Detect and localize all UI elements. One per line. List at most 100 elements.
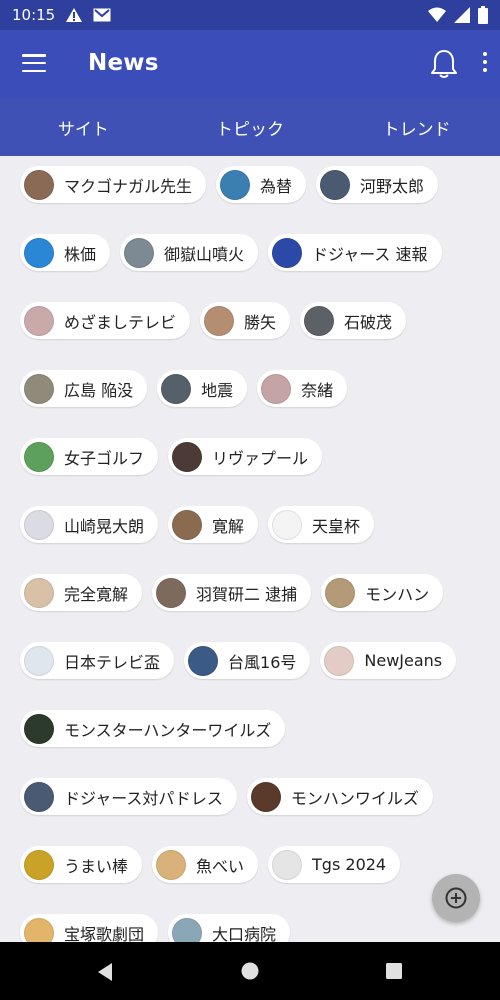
chip-thumbnail	[24, 917, 54, 942]
home-icon[interactable]	[241, 962, 259, 980]
chip-label: 大口病院	[212, 924, 277, 943]
trend-chip[interactable]: 女子ゴルフ	[20, 438, 159, 475]
trend-chip[interactable]: うまい棒	[20, 846, 143, 883]
chip-row: めざましテレビ 勝矢 石破茂	[20, 302, 407, 339]
chip-thumbnail	[188, 645, 219, 676]
trend-chip[interactable]: リヴァプール	[168, 438, 323, 475]
trend-chip[interactable]: 奈緒	[257, 370, 348, 407]
trend-chip[interactable]: 宝塚歌劇団	[20, 914, 159, 943]
chip-thumbnail	[24, 713, 54, 744]
trend-chip[interactable]: 御嶽山噴火	[120, 234, 259, 271]
chip-thumbnail	[24, 781, 54, 812]
trend-chip[interactable]: 羽賀研二 逮捕	[152, 574, 312, 611]
trend-chip[interactable]: NewJeans	[320, 642, 457, 679]
trend-chip[interactable]: 株価	[20, 234, 111, 271]
chip-thumbnail	[156, 577, 187, 608]
trend-chip[interactable]: 地震	[157, 370, 248, 407]
trend-chip[interactable]: 河野太郎	[316, 166, 439, 203]
chip-label: 広島 陥没	[64, 380, 134, 400]
chip-row: ドジャース対パドレス モンハンワイルズ	[20, 778, 433, 815]
more-vert-icon[interactable]	[478, 52, 492, 76]
chip-label: 石破茂	[344, 312, 393, 332]
trend-chip[interactable]: 為替	[216, 166, 307, 203]
battery-icon	[478, 6, 488, 24]
chip-label: リヴァプール	[212, 448, 309, 468]
chip-label: 株価	[64, 244, 97, 264]
tab-site[interactable]: サイト	[0, 98, 167, 156]
status-bar: 10:15	[0, 0, 500, 30]
tab-topic[interactable]: トピック	[167, 98, 334, 156]
chip-row: マクゴナガル先生 為替 河野太郎	[20, 166, 439, 203]
chip-label: 女子ゴルフ	[64, 448, 145, 468]
chip-label: 地震	[201, 380, 234, 400]
chip-thumbnail	[24, 373, 54, 404]
chip-row: 宝塚歌劇団 大口病院	[20, 914, 291, 943]
trend-chip[interactable]: 日本テレビ盃	[20, 642, 175, 679]
chip-thumbnail	[124, 237, 155, 268]
chip-label: 奈緒	[301, 380, 334, 400]
trend-chip[interactable]: 広島 陥没	[20, 370, 148, 407]
add-circle-fab[interactable]	[432, 874, 480, 922]
chip-row: 女子ゴルフ リヴァプール	[20, 438, 323, 475]
trend-chip[interactable]: Tgs 2024	[268, 846, 401, 883]
chip-thumbnail	[272, 237, 303, 268]
chip-thumbnail	[304, 305, 335, 336]
chip-label: NewJeans	[364, 651, 443, 670]
chip-label: モンハンワイルズ	[290, 788, 419, 808]
chip-label: Tgs 2024	[312, 855, 387, 874]
chip-thumbnail	[24, 645, 54, 676]
chip-label: モンハン	[365, 584, 430, 604]
chip-thumbnail	[24, 509, 54, 540]
trend-chip[interactable]: 完全寛解	[20, 574, 143, 611]
chip-label: うまい棒	[64, 856, 129, 876]
chip-thumbnail	[172, 441, 203, 472]
chip-thumbnail	[172, 917, 203, 942]
trend-chip-list: マクゴナガル先生 為替 河野太郎 株価 御嶽山噴火 ドジャース 速報 めざましテ…	[0, 156, 500, 942]
chip-row: うまい棒 魚べい Tgs 2024	[20, 846, 401, 883]
chip-row: 日本テレビ盃 台風16号 NewJeans	[20, 642, 457, 679]
add-circle-icon	[445, 887, 467, 909]
trend-chip[interactable]: 大口病院	[168, 914, 291, 943]
chip-thumbnail	[320, 169, 351, 200]
trend-chip[interactable]: マクゴナガル先生	[20, 166, 207, 203]
chip-label: 山崎晃大朗	[64, 516, 145, 536]
trend-chip[interactable]: めざましテレビ	[20, 302, 191, 339]
chip-thumbnail	[272, 849, 303, 880]
chip-label: 日本テレビ盃	[64, 652, 161, 672]
chip-thumbnail	[220, 169, 251, 200]
trend-chip[interactable]: 寛解	[168, 506, 259, 543]
warning-icon	[66, 8, 83, 22]
chip-thumbnail	[156, 849, 187, 880]
app-bar: News	[0, 30, 500, 98]
tab-trend[interactable]: トレンド	[333, 98, 500, 156]
chip-row: 株価 御嶽山噴火 ドジャース 速報	[20, 234, 442, 271]
chip-thumbnail	[324, 645, 355, 676]
gmail-icon	[93, 8, 111, 22]
trend-chip[interactable]: モンスターハンターワイルズ	[20, 710, 286, 747]
trend-chip[interactable]: 台風16号	[184, 642, 311, 679]
hamburger-menu-icon[interactable]	[22, 54, 46, 73]
trend-chip[interactable]: ドジャース 速報	[268, 234, 442, 271]
chip-thumbnail	[261, 373, 292, 404]
trend-chip[interactable]: モンハンワイルズ	[246, 778, 433, 815]
trend-chip[interactable]: 勝矢	[200, 302, 291, 339]
chip-row: 山崎晃大朗 寛解 天皇杯	[20, 506, 375, 543]
tab-bar: サイト トピック トレンド	[0, 98, 500, 156]
chip-row: 広島 陥没 地震 奈緒	[20, 370, 348, 407]
trend-chip[interactable]: モンハン	[321, 574, 444, 611]
chip-label: 宝塚歌劇団	[64, 924, 145, 943]
trend-chip[interactable]: 石破茂	[300, 302, 407, 339]
chip-label: ドジャース 速報	[312, 244, 428, 264]
recents-icon[interactable]	[386, 963, 402, 979]
chip-thumbnail	[24, 237, 54, 268]
chip-label: 御嶽山噴火	[164, 244, 245, 264]
chip-label: 完全寛解	[64, 584, 129, 604]
trend-chip[interactable]: 魚べい	[152, 846, 259, 883]
signal-icon	[454, 7, 470, 23]
trend-chip[interactable]: ドジャース対パドレス	[20, 778, 237, 815]
trend-chip[interactable]: 天皇杯	[268, 506, 375, 543]
chip-thumbnail	[172, 509, 203, 540]
back-icon[interactable]	[96, 962, 114, 982]
trend-chip[interactable]: 山崎晃大朗	[20, 506, 159, 543]
bell-icon[interactable]	[428, 48, 460, 80]
